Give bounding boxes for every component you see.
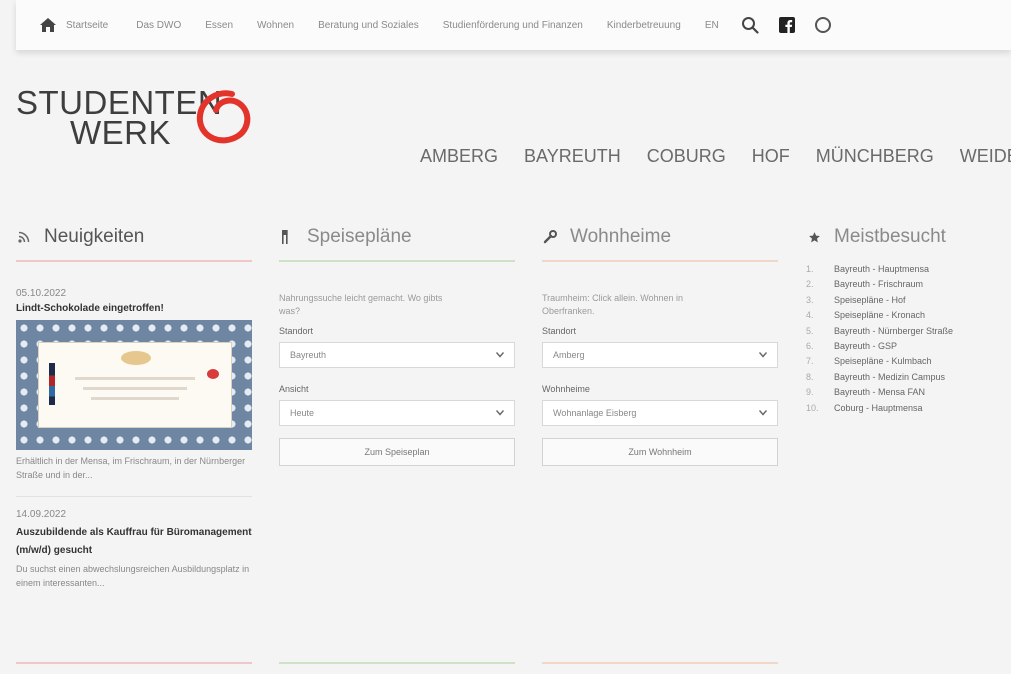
home-icon (40, 18, 56, 32)
popular-heading-text: Meistbesucht (834, 226, 946, 247)
dorms-dorm-value: Wohnanlage Eisberg (553, 408, 637, 418)
menus-intro: Nahrungssuche leicht gemacht. Wo gibts w… (279, 293, 443, 316)
wrench-icon (543, 230, 557, 244)
facebook-link[interactable] (778, 17, 795, 33)
city-navigation: AMBERG BAYREUTH COBURG HOF MÜNCHBERG WEI… (420, 146, 1011, 167)
star-icon (808, 231, 820, 242)
popular-item[interactable]: 4. Speisepläne - Kronach (806, 310, 1006, 325)
news-separator (16, 496, 252, 497)
popular-item[interactable]: 3. Speisepläne - Hof (806, 295, 1006, 310)
popular-item[interactable]: 2. Bayreuth - Frischraum (806, 279, 1006, 294)
chevron-down-icon (496, 410, 504, 416)
search-button[interactable] (741, 16, 759, 34)
news-date: 05.10.2022 (16, 288, 67, 299)
dorms-submit-button[interactable]: Zum Wohnheim (542, 438, 778, 466)
menus-location-select[interactable]: Bayreuth (279, 342, 515, 368)
news-image[interactable] (16, 320, 252, 450)
dorms-dorm-select[interactable]: Wohnanlage Eisberg (542, 400, 778, 426)
city-link-bayreuth[interactable]: BAYREUTH (524, 146, 621, 167)
news-teaser: Erhältlich in der Mensa, im Frischraum, … (16, 456, 246, 480)
menus-column: Speisepläne Nahrungssuche leicht gemacht… (279, 222, 515, 466)
dorms-dorm-label: Wohnheime (542, 384, 590, 394)
menus-location-value: Bayreuth (290, 350, 327, 360)
city-link-hof[interactable]: HOF (752, 146, 790, 167)
social-link[interactable] (814, 17, 831, 33)
nav-link-studienfoerderung[interactable]: Studienförderung und Finanzen (443, 20, 583, 31)
popular-item[interactable]: 5. Bayreuth - Nürnberger Straße (806, 326, 1006, 341)
city-link-muenchberg[interactable]: MÜNCHBERG (816, 146, 934, 167)
popular-column: Meistbesucht 1. Bayreuth - Hauptmensa 2. B… (806, 222, 1006, 418)
dorms-location-label: Standort (542, 326, 577, 336)
news-item[interactable]: 14.09.2022 Auszubildende als Kauffrau fü… (16, 509, 252, 590)
popular-item[interactable]: 8. Bayreuth - Medizin Campus (806, 372, 1006, 387)
language-switch[interactable]: EN (705, 20, 719, 31)
social-icon (814, 17, 831, 33)
popular-item[interactable]: 7. Speisepläne - Kulmbach (806, 356, 1006, 371)
facebook-icon (778, 17, 795, 33)
nav-link-das-dwo[interactable]: Das DWO (136, 20, 181, 31)
city-link-weiden[interactable]: WEIDEN (960, 146, 1011, 167)
nav-link-beratung[interactable]: Beratung und Soziales (318, 20, 419, 31)
popular-heading: Meistbesucht (806, 222, 1006, 252)
popular-item[interactable]: 6. Bayreuth - GSP (806, 341, 1006, 356)
menus-view-value: Heute (290, 408, 315, 418)
menus-heading-text: Speisepläne (307, 226, 412, 247)
dorms-divider (542, 260, 778, 262)
search-icon (741, 17, 759, 34)
city-link-amberg[interactable]: AMBERG (420, 146, 498, 167)
news-item[interactable]: 05.10.2022 Lindt-Schokolade eingetroffen… (16, 288, 252, 482)
nav-link-essen[interactable]: Essen (205, 20, 233, 31)
chevron-down-icon (759, 410, 767, 416)
news-divider (16, 260, 252, 262)
dorms-location-value: Amberg (553, 350, 585, 360)
popular-list: 1. Bayreuth - Hauptmensa 2. Bayreuth - Fri… (806, 264, 1006, 418)
news-column: Neuigkeiten 05.10.2022 Lindt-Schokolade … (16, 222, 252, 590)
chevron-down-icon (496, 352, 504, 358)
popular-item[interactable]: 9. Bayreuth - Mensa FAN (806, 387, 1006, 402)
news-date: 14.09.2022 (16, 509, 67, 520)
rss-icon (18, 231, 30, 243)
menus-view-select[interactable]: Heute (279, 400, 515, 426)
menus-divider (279, 260, 515, 262)
nav-link-kinderbetreuung[interactable]: Kinderbetreuung (607, 20, 681, 31)
menus-bottom-divider (279, 662, 515, 664)
menus-location-label: Standort (279, 326, 314, 336)
news-bottom-divider (16, 662, 252, 664)
home-label: Startseite (66, 19, 109, 31)
home-link[interactable]: Startseite (40, 18, 108, 32)
studentenwerk-logo[interactable]: STUDENTEN WERK (16, 86, 256, 156)
news-image-card (38, 342, 232, 428)
news-heading-text: Neuigkeiten (44, 226, 145, 247)
news-teaser: Du suchst einen abwechslungsreichen Ausb… (16, 564, 250, 588)
menus-submit-button[interactable]: Zum Speiseplan (279, 438, 515, 466)
news-title[interactable]: Auszubildende als Kauffrau für Büromanag… (16, 524, 252, 560)
popular-item[interactable]: 1. Bayreuth - Hauptmensa (806, 264, 1006, 279)
dorms-heading-text: Wohnheime (570, 226, 672, 247)
cutlery-icon (282, 230, 288, 244)
dorms-column: Wohnheime Traumheim: Click allein. Wohne… (542, 222, 778, 466)
city-link-coburg[interactable]: COBURG (647, 146, 726, 167)
news-title[interactable]: Lindt-Schokolade eingetroffen! (16, 303, 252, 314)
chevron-down-icon (759, 352, 767, 358)
nav-link-wohnen[interactable]: Wohnen (257, 20, 294, 31)
dorms-heading: Wohnheime (542, 222, 778, 252)
menus-heading: Speisepläne (279, 222, 515, 252)
logo-line2: WERK (70, 114, 171, 151)
menus-view-label: Ansicht (279, 384, 309, 394)
logo-swirl-icon (196, 90, 251, 144)
news-heading: Neuigkeiten (16, 222, 252, 252)
dorms-intro: Traumheim: Click allein. Wohnen in Oberf… (542, 293, 684, 316)
top-navigation: Startseite Das DWO Essen Wohnen Beratung… (16, 0, 1011, 50)
popular-item[interactable]: 10. Coburg - Hauptmensa (806, 403, 1006, 418)
dorms-bottom-divider (542, 662, 778, 664)
dorms-location-select[interactable]: Amberg (542, 342, 778, 368)
